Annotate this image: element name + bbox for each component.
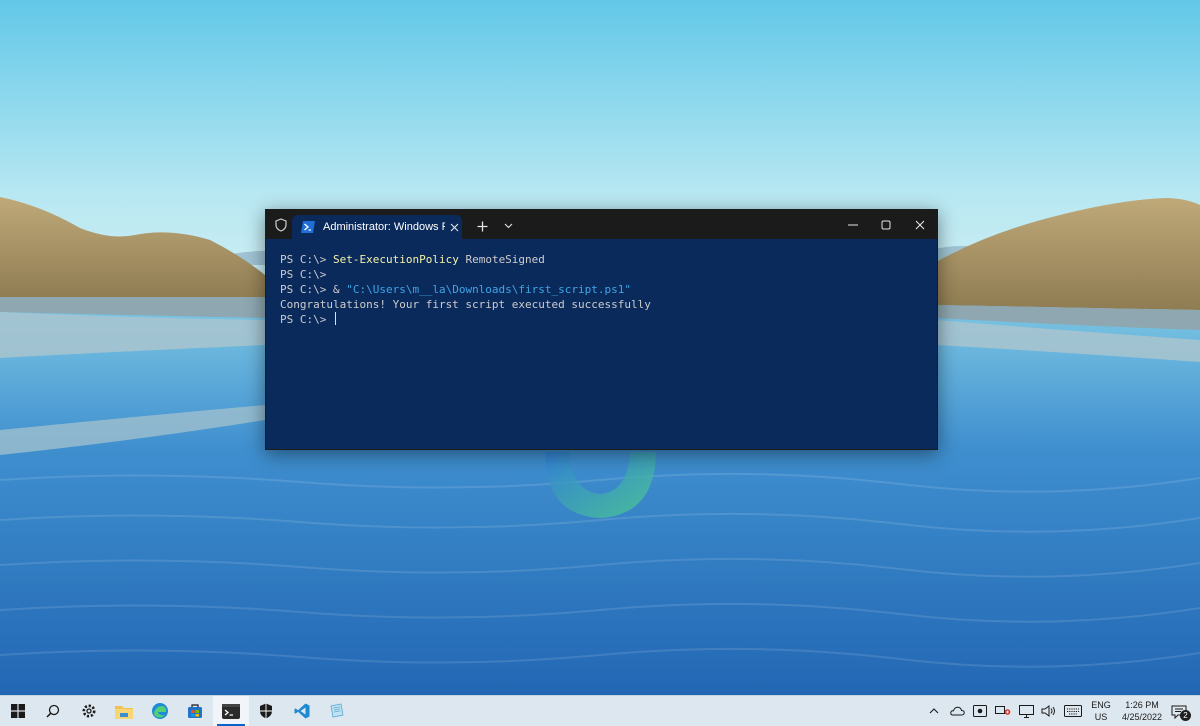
security-icon[interactable] [248, 696, 284, 726]
keyboard-icon[interactable] [1064, 702, 1082, 720]
minimize-button[interactable] [836, 210, 869, 239]
edge-icon[interactable] [142, 696, 178, 726]
search-icon[interactable] [35, 696, 71, 726]
language-indicator[interactable]: ENG US [1086, 699, 1116, 723]
store-icon[interactable] [177, 696, 213, 726]
tab-windows-powershell[interactable]: Administrator: Windows Powe [292, 215, 462, 239]
terminal-line-2: PS C:\> [280, 268, 327, 281]
file-explorer-icon[interactable] [106, 696, 142, 726]
powershell-icon [300, 219, 316, 235]
share-icon[interactable] [994, 702, 1012, 720]
screen-capture-icon[interactable] [971, 702, 989, 720]
terminal-line-4: Congratulations! Your first script execu… [280, 298, 651, 311]
terminal-output[interactable]: PS C:\> Set-ExecutionPolicy RemoteSigned… [280, 252, 920, 442]
volume-icon[interactable] [1040, 702, 1058, 720]
notepad-icon[interactable] [319, 696, 355, 726]
text-cursor [334, 312, 336, 325]
notification-count-badge: 2 [1180, 710, 1191, 721]
admin-shield-icon [270, 215, 292, 235]
terminal-window[interactable]: Administrator: Windows Powe PS C:\> Set-… [265, 209, 938, 450]
terminal-line-1: PS C:\> Set-ExecutionPolicy RemoteSigned [280, 253, 545, 266]
network-icon[interactable] [1017, 702, 1035, 720]
tab-title: Administrator: Windows Powe [323, 221, 445, 233]
chevron-up-icon[interactable] [925, 702, 943, 720]
maximize-button[interactable] [869, 210, 902, 239]
new-tab-button[interactable] [470, 216, 494, 236]
notification-center-icon[interactable]: 2 [1166, 700, 1192, 724]
system-clock[interactable]: 1:26 PM 4/25/2022 [1116, 699, 1168, 723]
close-tab-icon[interactable] [447, 220, 461, 234]
settings-icon[interactable] [71, 696, 107, 726]
terminal-prompt-line[interactable]: PS C:\> [280, 312, 920, 327]
chevron-down-icon[interactable] [498, 216, 518, 236]
terminal-line-3: PS C:\> & "C:\Users\m__la\Downloads\firs… [280, 283, 632, 296]
vscode-icon[interactable] [284, 696, 320, 726]
onedrive-icon[interactable] [948, 702, 966, 720]
windows-start-icon[interactable] [0, 696, 36, 726]
title-bar[interactable]: Administrator: Windows Powe [266, 210, 937, 239]
taskbar: ENG US 1:26 PM 4/25/2022 2 [0, 695, 1200, 726]
terminal-icon[interactable] [213, 696, 249, 726]
close-button[interactable] [903, 210, 936, 239]
